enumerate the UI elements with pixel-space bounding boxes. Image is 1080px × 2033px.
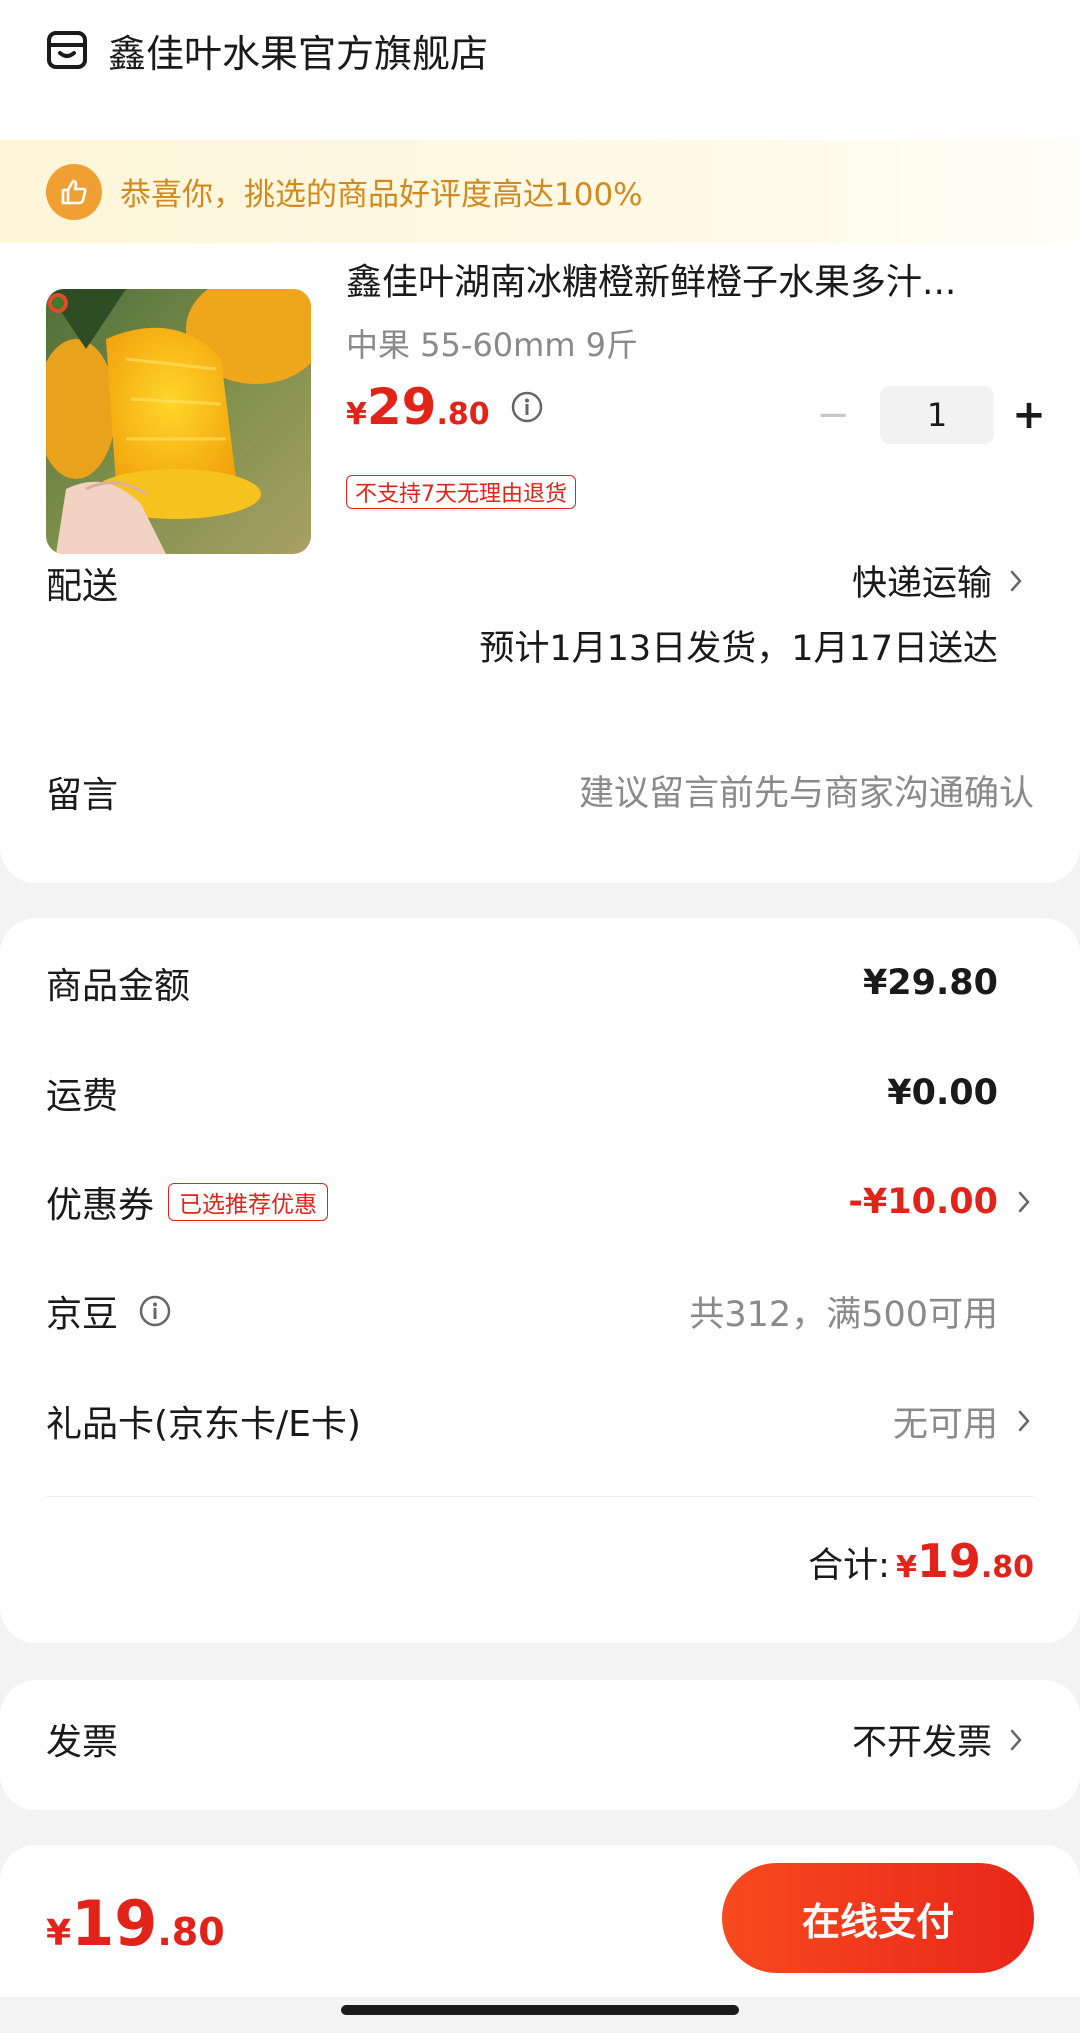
subtotal-integer: 19 xyxy=(916,1534,981,1588)
checkout-decimal: .80 xyxy=(157,1910,225,1954)
jingdou-value: 共312，满500可用 xyxy=(689,1294,998,1335)
message-input[interactable]: 建议留言前先与商家沟通确认 xyxy=(579,765,1034,816)
coupon-badge: 已选推荐优惠 xyxy=(168,1183,329,1221)
delivery-label: 配送 xyxy=(46,566,119,607)
giftcard-row[interactable]: 礼品卡(京东卡/E卡) 无可用 xyxy=(0,1391,1080,1451)
info-icon[interactable] xyxy=(510,390,544,424)
jingdou-label-group: 京豆 xyxy=(46,1281,172,1341)
quantity-stepper: − 1 + xyxy=(812,386,1050,444)
price-summary-card: 商品金额 ¥29.80 运费 ¥0.00 优惠券 已选推荐优惠 -¥10.00 … xyxy=(0,918,1080,1643)
message-label: 留言 xyxy=(46,775,119,816)
return-policy-badge: 不支持7天无理由退货 xyxy=(346,475,576,509)
delivery-method[interactable]: 快递运输 xyxy=(852,555,1026,606)
rating-banner: 恭喜你，挑选的商品好评度高达100% xyxy=(0,140,1080,243)
checkout-currency: ¥ xyxy=(46,1913,72,1954)
goods-amount-value: ¥29.80 xyxy=(862,963,998,1003)
divider xyxy=(46,1496,1034,1497)
invoice-value: 不开发票 xyxy=(851,1723,992,1763)
coupon-label: 优惠券 xyxy=(46,1185,155,1226)
coupon-value: -¥10.00 xyxy=(848,1182,998,1222)
goods-amount-label: 商品金额 xyxy=(46,966,191,1007)
invoice-row[interactable]: 发票 不开发票 xyxy=(0,1680,1080,1810)
checkout-total: ¥ 19 .80 xyxy=(46,1887,225,1960)
giftcard-label: 礼品卡(京东卡/E卡) xyxy=(46,1404,361,1445)
subtotal-decimal: .80 xyxy=(980,1550,1034,1585)
thumbs-up-icon xyxy=(46,163,102,220)
price-integer: 29 xyxy=(366,378,437,436)
subtotal-currency: ¥ xyxy=(895,1550,917,1585)
checkout-integer: 19 xyxy=(71,1887,158,1960)
order-item-card: 鑫佳叶水果官方旗舰店 恭喜你，挑选的商品好评度高达100% 鑫佳叶湖南冰糖橙新鲜… xyxy=(0,0,1080,883)
delivery-method-text: 快递运输 xyxy=(851,564,992,604)
product-spec[interactable]: 中果 55-60mm 9斤 xyxy=(346,320,638,366)
product-price: ¥ 29 .80 xyxy=(346,378,544,436)
home-indicator[interactable] xyxy=(341,2005,739,2015)
chevron-right-icon xyxy=(1010,1729,1022,1750)
giftcard-value: 无可用 xyxy=(892,1404,998,1445)
checkout-bar: ¥ 19 .80 在线支付 xyxy=(0,1845,1080,1997)
price-currency: ¥ xyxy=(346,397,367,432)
pay-online-button[interactable]: 在线支付 xyxy=(722,1863,1034,1973)
invoice-label: 发票 xyxy=(46,1722,119,1763)
invoice-value-group: 不开发票 xyxy=(852,1714,1026,1765)
subtotal: 合计: ¥ 19 .80 xyxy=(808,1534,1034,1588)
goods-amount-row: 商品金额 ¥29.80 xyxy=(0,953,1080,1013)
store-header[interactable]: 鑫佳叶水果官方旗舰店 xyxy=(0,0,1080,100)
shipping-value: ¥0.00 xyxy=(887,1073,998,1113)
chevron-right-icon xyxy=(1018,1191,1030,1213)
info-icon[interactable] xyxy=(138,1294,172,1328)
store-name: 鑫佳叶水果官方旗舰店 xyxy=(108,31,489,76)
decrease-quantity-button[interactable]: − xyxy=(812,392,854,438)
jingdou-label: 京豆 xyxy=(46,1294,119,1335)
store-icon xyxy=(47,31,87,69)
coupon-label-group: 优惠券 已选推荐优惠 xyxy=(46,1172,329,1232)
jingdou-row: 京豆 共312，满500可用 xyxy=(0,1281,1080,1341)
delivery-eta: 预计1月13日发货，1月17日送达 xyxy=(479,629,998,669)
product-image[interactable] xyxy=(46,289,311,554)
coupon-row[interactable]: 优惠券 已选推荐优惠 -¥10.00 xyxy=(0,1172,1080,1232)
banner-text: 恭喜你，挑选的商品好评度高达100% xyxy=(120,177,643,213)
price-decimal: .80 xyxy=(436,397,490,432)
shipping-label: 运费 xyxy=(46,1076,119,1117)
increase-quantity-button[interactable]: + xyxy=(1008,392,1050,438)
chevron-right-icon xyxy=(1010,570,1022,591)
quantity-input[interactable]: 1 xyxy=(880,386,994,444)
shipping-row: 运费 ¥0.00 xyxy=(0,1063,1080,1123)
product-title[interactable]: 鑫佳叶湖南冰糖橙新鲜橙子水果多汁... xyxy=(346,253,1026,305)
subtotal-label: 合计: xyxy=(808,1546,890,1586)
chevron-right-icon xyxy=(1018,1410,1030,1432)
